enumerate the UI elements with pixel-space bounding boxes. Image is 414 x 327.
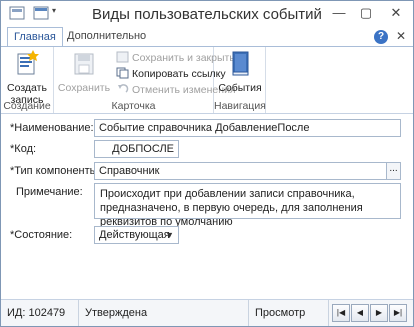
last-record-button[interactable]: ▶| — [389, 304, 407, 322]
group-card: Сохранить Сохранить и закрыть Копировать… — [54, 47, 236, 113]
events-label: События — [218, 82, 262, 94]
first-record-button[interactable]: |◀ — [332, 304, 350, 322]
copy-link-icon — [116, 67, 129, 79]
next-record-button[interactable]: ▶ — [370, 304, 388, 322]
component-type-label: *Тип компоненты: — [10, 165, 101, 177]
code-label: *Код: — [10, 143, 37, 155]
prev-record-button[interactable]: ◀ — [351, 304, 369, 322]
copy-link-button[interactable]: Копировать ссылку — [116, 67, 226, 82]
ribbon: Создать запись Создание Сохранить Сохран… — [1, 46, 413, 114]
maximize-button[interactable]: ▢ — [355, 4, 377, 22]
undo-icon — [118, 84, 129, 93]
note-field[interactable]: Происходит при добавлении записи справоч… — [94, 183, 401, 228]
record-id: ИД: 102479 — [1, 300, 79, 326]
events-book-icon — [232, 51, 249, 76]
copy-link-label: Копировать ссылку — [132, 68, 226, 80]
state-label: *Состояние: — [10, 229, 73, 241]
group-create-label: Создание — [3, 100, 51, 112]
save-icon — [74, 53, 94, 75]
component-select-button[interactable]: ... — [386, 163, 400, 179]
new-record-icon — [17, 50, 39, 75]
group-create: Создать запись Создание — [1, 47, 54, 113]
save-label: Сохранить — [57, 82, 111, 94]
group-navigation-label: Навигация — [214, 100, 266, 112]
chevron-down-icon: ▼ — [165, 230, 174, 240]
help-button[interactable]: ? — [374, 30, 388, 44]
record-status: Утверждена — [79, 300, 249, 326]
note-label: Примечание: — [16, 186, 83, 198]
events-button[interactable]: События — [216, 49, 264, 94]
save-button[interactable]: Сохранить — [57, 49, 111, 94]
ribbon-tabs: Главная Дополнительно ? ✕ — [1, 27, 413, 47]
name-field[interactable]: Событие справочника ДобавлениеПосле — [94, 119, 401, 137]
tab-additional[interactable]: Дополнительно — [61, 27, 152, 47]
name-label: *Наименование: — [10, 122, 94, 134]
app-window: ▾ Виды пользовательских событий — ▢ ✕ Гл… — [0, 0, 414, 327]
state-value: Действующая — [99, 229, 170, 241]
record-form: *Наименование: Событие справочника Добав… — [1, 114, 413, 300]
status-bar: ИД: 102479 Утверждена Просмотр |◀ ◀ ▶ ▶| — [1, 299, 413, 326]
state-select[interactable]: Действующая ▼ — [94, 226, 179, 244]
component-type-value: Справочник — [99, 165, 160, 177]
form-close-button[interactable]: ✕ — [396, 29, 406, 43]
view-mode: Просмотр — [249, 300, 329, 326]
component-type-field[interactable]: Справочник ... — [94, 162, 401, 180]
title-bar: ▾ Виды пользовательских событий — ▢ ✕ — [1, 1, 413, 27]
save-close-icon — [116, 51, 129, 63]
tab-main[interactable]: Главная — [7, 27, 63, 47]
group-navigation: События Навигация — [214, 47, 266, 113]
create-record-button[interactable]: Создать запись — [3, 49, 51, 106]
minimize-button[interactable]: — — [328, 4, 350, 22]
window-close-button[interactable]: ✕ — [385, 4, 407, 22]
group-card-label: Карточка — [111, 100, 156, 112]
code-field[interactable]: ДОБПОСЛЕ — [94, 140, 179, 158]
window-title: Виды пользовательских событий — [92, 6, 322, 23]
